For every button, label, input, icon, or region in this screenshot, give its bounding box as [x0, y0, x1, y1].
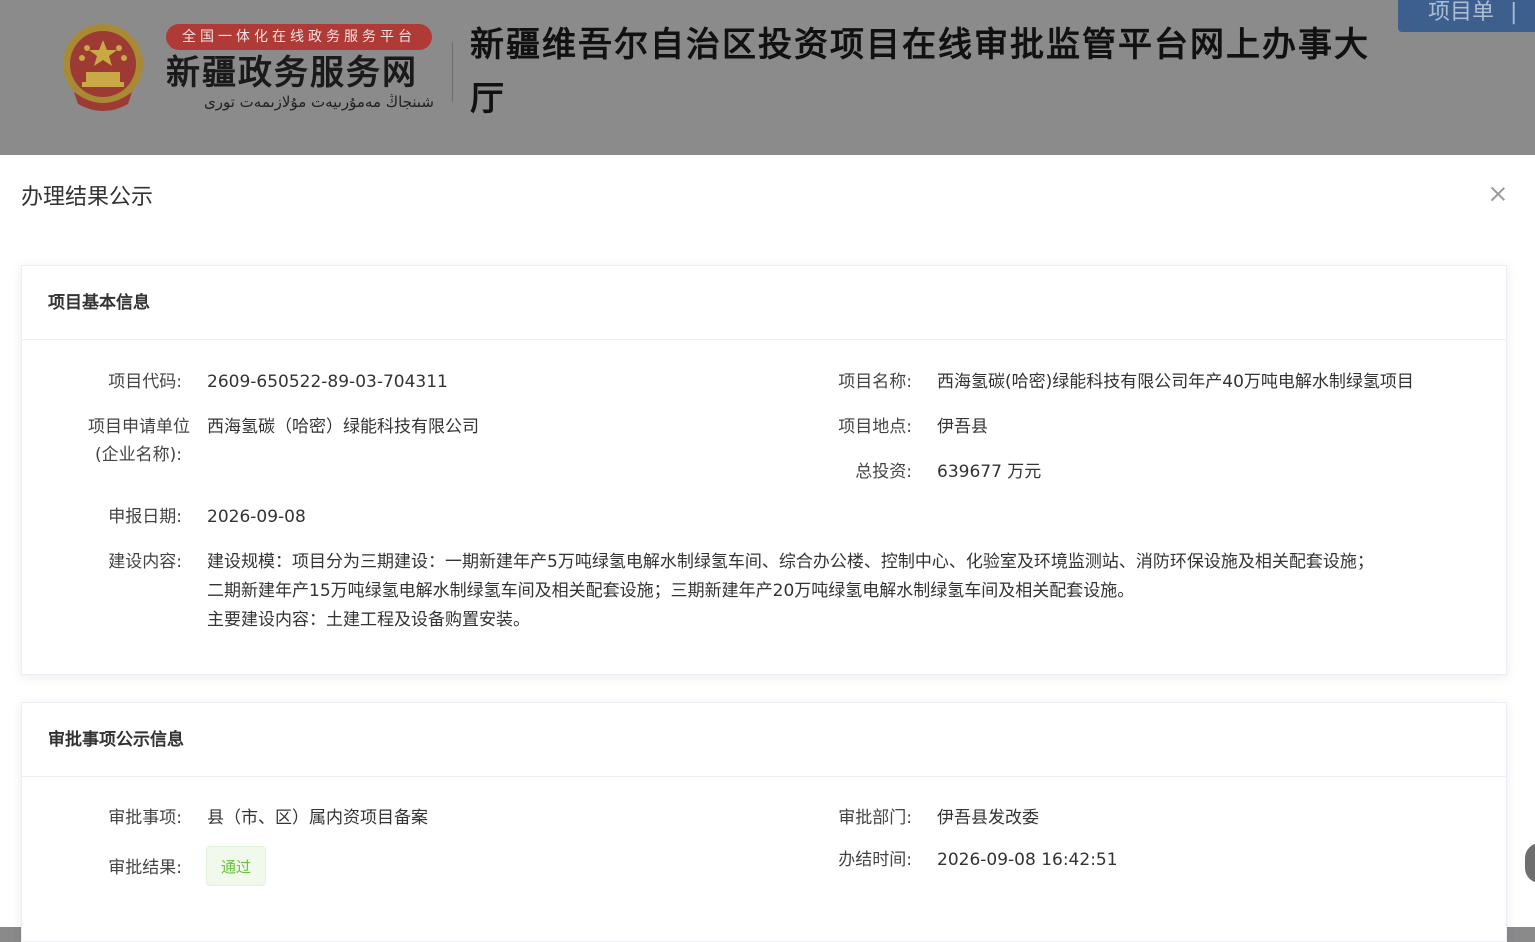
- construction-content-line-3: 主要建设内容：土建工程及设备购置安装。: [207, 610, 530, 630]
- project-code-value: 2609-650522-89-03-704311: [207, 372, 448, 392]
- site-header: 全国一体化在线政务服务平台 新疆政务服务网 شىنجاڭ مەمۇرىيەت م…: [0, 0, 1535, 155]
- location-label: 项目地点:: [838, 417, 912, 437]
- construction-content-line-2: 二期新建年产15万吨绿氢电解水制绿氢车间及相关配套设施；三期新建年产20万吨绿氢…: [207, 581, 1135, 601]
- project-list-button-label: 项目单: [1428, 0, 1495, 25]
- approval-item-value: 县（市、区）属内资项目备案: [207, 808, 428, 828]
- site-name: 新疆政务服务网: [166, 53, 418, 93]
- site-subtitle-uyghur: شىنجاڭ مەمۇرىيەت مۇلازىمەت تورى: [203, 93, 434, 111]
- completion-time-value: 2026-09-08 16:42:51: [937, 850, 1118, 870]
- project-name-label: 项目名称:: [838, 372, 912, 392]
- result-publicity-dialog: 办理结果公示 项目基本信息 项目代码: 2609-650522-89-03-70…: [0, 155, 1535, 942]
- investment-value: 639677 万元: [937, 462, 1042, 482]
- investment-label: 总投资:: [855, 462, 912, 482]
- approval-dept-value: 伊吾县发改委: [937, 808, 1039, 828]
- applicant-label-line-1: 项目申请单位: [88, 417, 190, 437]
- project-name-value: 西海氢碳(哈密)绿能科技有限公司年产40万吨电解水制绿氢项目: [937, 372, 1414, 392]
- construction-content-row: 建设内容: 建设规模：项目分为三期建设：一期新建年产5万吨绿氢电解水制绿氢车间、…: [22, 548, 1502, 638]
- header-divider: [452, 42, 453, 102]
- construction-content-label: 建设内容:: [108, 552, 182, 572]
- dialog-title: 办理结果公示: [21, 185, 154, 210]
- applicant-label-line-2: (企业名称):: [95, 445, 182, 465]
- location-value: 伊吾县: [937, 417, 988, 437]
- declare-date-label: 申报日期:: [108, 507, 182, 527]
- basic-info-card: 项目基本信息 项目代码: 2609-650522-89-03-704311 项目…: [21, 265, 1507, 675]
- approval-item-label: 审批事项:: [108, 808, 182, 828]
- completion-time-label: 办结时间:: [838, 850, 912, 870]
- approval-result-tag: 通过: [206, 846, 266, 886]
- button-separator: |: [1510, 0, 1518, 25]
- project-list-button[interactable]: 项目单 |: [1398, 0, 1535, 32]
- applicant-row: 项目申请单位 (企业名称): 西海氢碳（哈密）绿能科技有限公司: [22, 413, 762, 473]
- declare-date-value: 2026-09-08: [207, 507, 306, 527]
- close-icon[interactable]: [1487, 183, 1509, 205]
- platform-badge: 全国一体化在线政务服务平台: [166, 24, 432, 50]
- project-code-label: 项目代码:: [108, 372, 182, 392]
- approval-info-card: 审批事项公示信息 审批事项: 县（市、区）属内资项目备案 审批部门: 伊吾县发改…: [21, 702, 1507, 942]
- approval-result-label: 审批结果:: [108, 858, 182, 878]
- platform-title: 新疆维吾尔自治区投资项目在线审批监管平台网上办事大厅: [470, 25, 1370, 119]
- approval-dept-label: 审批部门:: [838, 808, 912, 828]
- applicant-value: 西海氢碳（哈密）绿能科技有限公司: [207, 417, 479, 437]
- basic-info-title: 项目基本信息: [22, 266, 1506, 340]
- approval-info-title: 审批事项公示信息: [22, 703, 1506, 777]
- national-emblem-icon: [63, 24, 143, 111]
- construction-content-line-1: 建设规模：项目分为三期建设：一期新建年产5万吨绿氢电解水制绿氢车间、综合办公楼、…: [207, 552, 1374, 572]
